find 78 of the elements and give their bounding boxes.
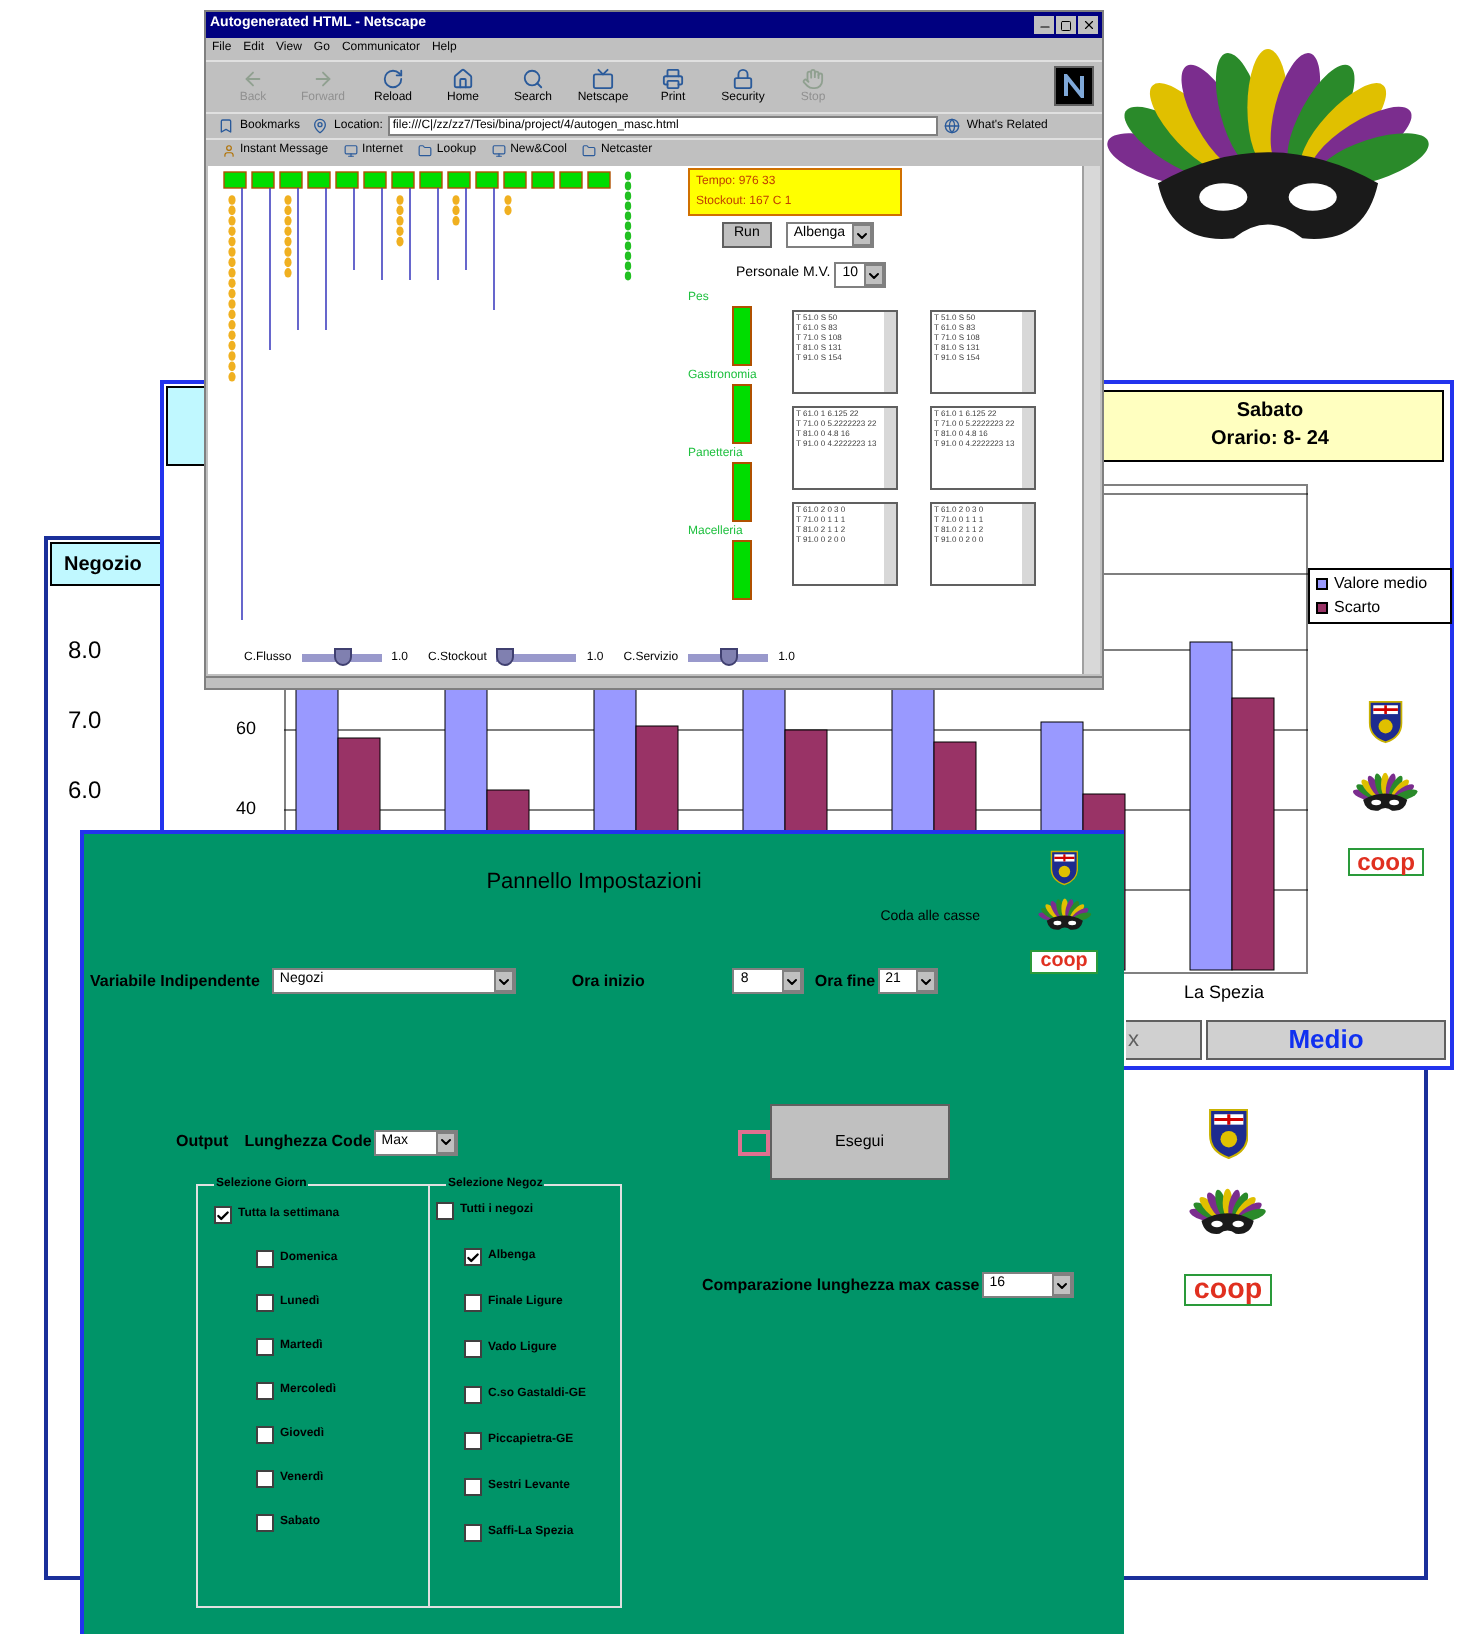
slider-track[interactable] <box>301 654 382 662</box>
checkbox[interactable] <box>256 1250 274 1268</box>
slider-track[interactable] <box>688 654 769 662</box>
checkbox[interactable] <box>464 1294 482 1312</box>
person-icon <box>222 144 236 158</box>
length-label: Lunghezza Code <box>244 1130 372 1154</box>
slider-thumb[interactable] <box>720 648 739 666</box>
vertical-scrollbar[interactable] <box>1082 166 1100 674</box>
crest-icon <box>1368 700 1404 744</box>
x-axis-label: La Spezia <box>1184 980 1265 1006</box>
right-arrow-icon <box>312 67 334 89</box>
checkbox[interactable] <box>464 1524 482 1542</box>
legend-label: Scarto <box>1334 596 1381 620</box>
checkbox[interactable] <box>256 1382 274 1400</box>
checkbox[interactable] <box>256 1426 274 1444</box>
y-axis-label: 7.0 <box>68 706 102 734</box>
folder-icon <box>418 144 433 158</box>
y-axis-label: 6.0 <box>68 776 102 804</box>
checkbox[interactable] <box>464 1432 482 1450</box>
slider-thumb[interactable] <box>496 648 515 666</box>
output-label: Output <box>176 1130 229 1154</box>
crest-icon <box>1207 1108 1249 1160</box>
variable-label: Variabile Indipendente <box>90 969 260 993</box>
counter-bar <box>732 462 752 522</box>
checkbox[interactable] <box>464 1248 482 1266</box>
minimize-button[interactable] <box>1034 16 1054 34</box>
maximize-icon <box>1060 19 1072 31</box>
slider-track[interactable] <box>496 654 577 662</box>
checkbox[interactable] <box>464 1340 482 1358</box>
report-button[interactable]: x <box>1126 1020 1202 1060</box>
checkbox[interactable] <box>464 1386 482 1404</box>
legend-label: Valore medio <box>1334 572 1428 596</box>
bookmark-icon <box>218 118 234 134</box>
counter-bar <box>732 540 752 600</box>
reload-icon <box>382 67 404 89</box>
letter-n-icon <box>1062 74 1086 98</box>
crest-icon <box>1049 850 1079 886</box>
maximize-button[interactable] <box>1056 16 1076 34</box>
checkbox[interactable] <box>256 1514 274 1532</box>
checkbox[interactable] <box>436 1202 454 1220</box>
coop-logo: coop <box>1183 1273 1273 1306</box>
checkbox[interactable] <box>256 1470 274 1488</box>
home-icon <box>452 67 474 89</box>
counter-bar <box>732 306 752 366</box>
coop-logo: coop <box>1347 848 1425 877</box>
slider-thumb[interactable] <box>333 648 352 666</box>
close-button[interactable] <box>1078 16 1098 34</box>
y-axis-label: 8.0 <box>68 636 102 664</box>
checkbox[interactable] <box>256 1338 274 1356</box>
day-label: Sabato <box>1236 398 1304 426</box>
close-icon <box>1081 18 1095 32</box>
folder-icon <box>582 144 597 158</box>
checkbox[interactable] <box>214 1206 232 1224</box>
coop-logo: coop <box>1030 949 1098 974</box>
monitor-icon <box>344 144 359 158</box>
monitor-icon <box>492 144 507 158</box>
globe-icon <box>944 118 961 134</box>
counter-bar <box>732 384 752 444</box>
y-axis-label: 40 <box>236 796 257 822</box>
left-arrow-icon <box>242 67 264 89</box>
report-button[interactable]: Medio <box>1206 1020 1446 1060</box>
hours-label: Orario: 8- 24 <box>1211 426 1329 454</box>
checkbox[interactable] <box>256 1294 274 1312</box>
padlock-icon <box>732 67 754 89</box>
hand-icon <box>802 67 824 89</box>
location-icon <box>312 118 329 134</box>
printer-icon <box>662 67 684 89</box>
start-label: Ora inizio <box>571 969 645 993</box>
store-header: Negozio <box>64 551 142 579</box>
panel-title: Pannello Impostazioni <box>486 868 702 898</box>
end-label: Ora fine <box>814 969 876 993</box>
checkbox[interactable] <box>464 1478 482 1496</box>
compare-label: Comparazione lunghezza max casse <box>702 1273 980 1297</box>
tv-icon <box>592 67 614 89</box>
minimize-icon <box>1037 20 1051 34</box>
run-button[interactable]: Esegui <box>769 1104 950 1180</box>
y-axis-label: 60 <box>236 716 257 742</box>
search-icon <box>522 67 544 89</box>
